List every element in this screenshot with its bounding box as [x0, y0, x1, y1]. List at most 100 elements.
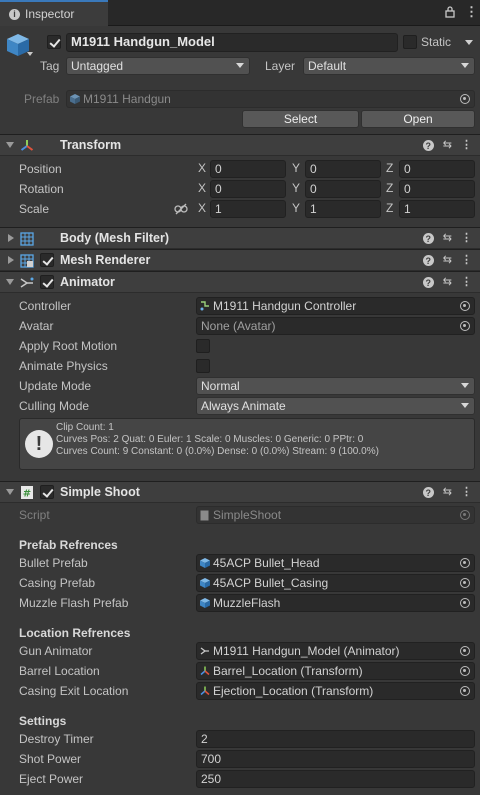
context-menu-icon[interactable]: ⋮	[461, 275, 472, 288]
scale-x-input[interactable]: 1	[210, 200, 286, 218]
tag-label: Tag	[40, 59, 60, 73]
transform-icon	[20, 140, 34, 151]
rotation-z-label[interactable]: Z	[386, 181, 393, 195]
layer-dropdown[interactable]: Default	[303, 57, 475, 75]
context-menu-icon[interactable]: ⋮	[461, 138, 472, 151]
casing-exit-location-value: Ejection_Location (Transform)	[213, 684, 374, 698]
help-icon[interactable]: ?	[422, 487, 434, 498]
eject-power-input[interactable]: 250	[196, 770, 475, 788]
presets-icon[interactable]: ⇆	[443, 231, 452, 244]
muzzle-flash-field[interactable]: MuzzleFlash	[196, 594, 475, 612]
transform-header[interactable]: Transform ? ⇆ ⋮	[0, 134, 480, 156]
scale-y-input[interactable]: 1	[305, 200, 381, 218]
presets-icon[interactable]: ⇆	[443, 138, 452, 151]
help-icon[interactable]: ?	[422, 140, 434, 151]
scale-label: Scale	[19, 202, 50, 216]
tab-inspector[interactable]: i Inspector	[0, 0, 108, 26]
object-picker-icon[interactable]	[460, 558, 470, 568]
bullet-prefab-value: 45ACP Bullet_Head	[213, 556, 320, 570]
scale-x-label[interactable]: X	[198, 201, 206, 215]
bullet-prefab-field[interactable]: 45ACP Bullet_Head	[196, 554, 475, 572]
icon-dropdown-arrow[interactable]	[27, 52, 33, 56]
prefab-cube-icon	[200, 558, 210, 568]
open-button[interactable]: Open	[361, 110, 475, 128]
object-picker-icon[interactable]	[460, 94, 470, 104]
culling-mode-dropdown[interactable]: Always Animate	[196, 397, 475, 415]
context-menu-icon[interactable]: ⋮	[461, 231, 472, 244]
foldout-arrow-icon[interactable]	[8, 234, 14, 242]
presets-icon[interactable]: ⇆	[443, 253, 452, 266]
shot-power-label: Shot Power	[19, 752, 82, 766]
object-picker-icon[interactable]	[460, 598, 470, 608]
animator-header[interactable]: Animator ? ⇆ ⋮	[0, 271, 480, 293]
object-picker-icon[interactable]	[460, 686, 470, 696]
tag-dropdown[interactable]: Untagged	[66, 57, 250, 75]
mesh-renderer-header[interactable]: Mesh Renderer ? ⇆ ⋮	[0, 249, 480, 271]
prefab-asset-field[interactable]: M1911 Handgun	[66, 90, 475, 108]
position-z-input[interactable]: 0	[399, 160, 475, 178]
object-picker-icon[interactable]	[460, 666, 470, 676]
select-button[interactable]: Select	[242, 110, 359, 128]
scale-y-label[interactable]: Y	[292, 201, 300, 215]
controller-value: M1911 Handgun Controller	[213, 299, 357, 313]
object-picker-icon[interactable]	[460, 321, 470, 331]
foldout-arrow-icon[interactable]	[6, 142, 14, 148]
barrel-location-field[interactable]: Barrel_Location (Transform)	[196, 662, 475, 680]
update-mode-dropdown[interactable]: Normal	[196, 377, 475, 395]
rotation-x-label[interactable]: X	[198, 181, 206, 195]
culling-mode-label: Culling Mode	[19, 399, 90, 413]
presets-icon[interactable]: ⇆	[443, 485, 452, 498]
position-y-input[interactable]: 0	[305, 160, 381, 178]
help-icon[interactable]: ?	[422, 277, 434, 288]
constrain-proportions-icon[interactable]	[174, 203, 188, 215]
shot-power-input[interactable]: 700	[196, 750, 475, 768]
mesh-renderer-enabled-checkbox[interactable]	[40, 253, 54, 267]
mesh-filter-title: Body (Mesh Filter)	[60, 231, 170, 245]
mesh-filter-header[interactable]: Body (Mesh Filter) ? ⇆ ⋮	[0, 227, 480, 249]
foldout-arrow-icon[interactable]	[6, 279, 14, 285]
avatar-field[interactable]: None (Avatar)	[196, 317, 475, 335]
rotation-x-input[interactable]: 0	[210, 180, 286, 198]
lock-icon[interactable]	[445, 6, 455, 18]
gun-animator-field[interactable]: M1911 Handgun_Model (Animator)	[196, 642, 475, 660]
animator-enabled-checkbox[interactable]	[40, 275, 54, 289]
destroy-timer-input[interactable]: 2	[196, 730, 475, 748]
simple-shoot-enabled-checkbox[interactable]	[40, 485, 54, 499]
object-picker-icon[interactable]	[460, 578, 470, 588]
scale-z-input[interactable]: 1	[399, 200, 475, 218]
object-active-checkbox[interactable]	[47, 35, 61, 49]
controller-field[interactable]: M1911 Handgun Controller	[196, 297, 475, 315]
casing-prefab-field[interactable]: 45ACP Bullet_Casing	[196, 574, 475, 592]
foldout-arrow-icon[interactable]	[8, 256, 14, 264]
muzzle-flash-label: Muzzle Flash Prefab	[19, 596, 129, 610]
animate-physics-checkbox[interactable]	[196, 359, 210, 373]
context-menu-icon[interactable]: ⋮	[461, 253, 472, 266]
position-y-label[interactable]: Y	[292, 161, 300, 175]
simple-shoot-header[interactable]: # Simple Shoot ? ⇆ ⋮	[0, 481, 480, 503]
scale-z-label[interactable]: Z	[386, 201, 393, 215]
svg-text:#: #	[23, 489, 31, 500]
more-options-icon[interactable]: ⋮	[465, 5, 478, 19]
foldout-arrow-icon[interactable]	[6, 489, 14, 495]
casing-exit-location-field[interactable]: Ejection_Location (Transform)	[196, 682, 475, 700]
rotation-label: Rotation	[19, 182, 64, 196]
object-picker-icon[interactable]	[460, 646, 470, 656]
presets-icon[interactable]: ⇆	[443, 275, 452, 288]
rotation-y-input[interactable]: 0	[305, 180, 381, 198]
static-dropdown-arrow[interactable]	[465, 40, 473, 45]
rotation-z-input[interactable]: 0	[399, 180, 475, 198]
help-icon[interactable]: ?	[422, 255, 434, 266]
transform-icon	[200, 686, 210, 696]
tag-value: Untagged	[71, 59, 124, 73]
help-icon[interactable]: ?	[422, 233, 434, 244]
position-x-input[interactable]: 0	[210, 160, 286, 178]
context-menu-icon[interactable]: ⋮	[461, 485, 472, 498]
object-name-input[interactable]: M1911 Handgun_Model	[66, 33, 398, 52]
position-z-label[interactable]: Z	[386, 161, 393, 175]
apply-root-motion-checkbox[interactable]	[196, 339, 210, 353]
script-label: Script	[19, 508, 50, 522]
object-picker-icon[interactable]	[460, 301, 470, 311]
static-checkbox[interactable]	[403, 35, 417, 49]
rotation-y-label[interactable]: Y	[292, 181, 300, 195]
position-x-label[interactable]: X	[198, 161, 206, 175]
